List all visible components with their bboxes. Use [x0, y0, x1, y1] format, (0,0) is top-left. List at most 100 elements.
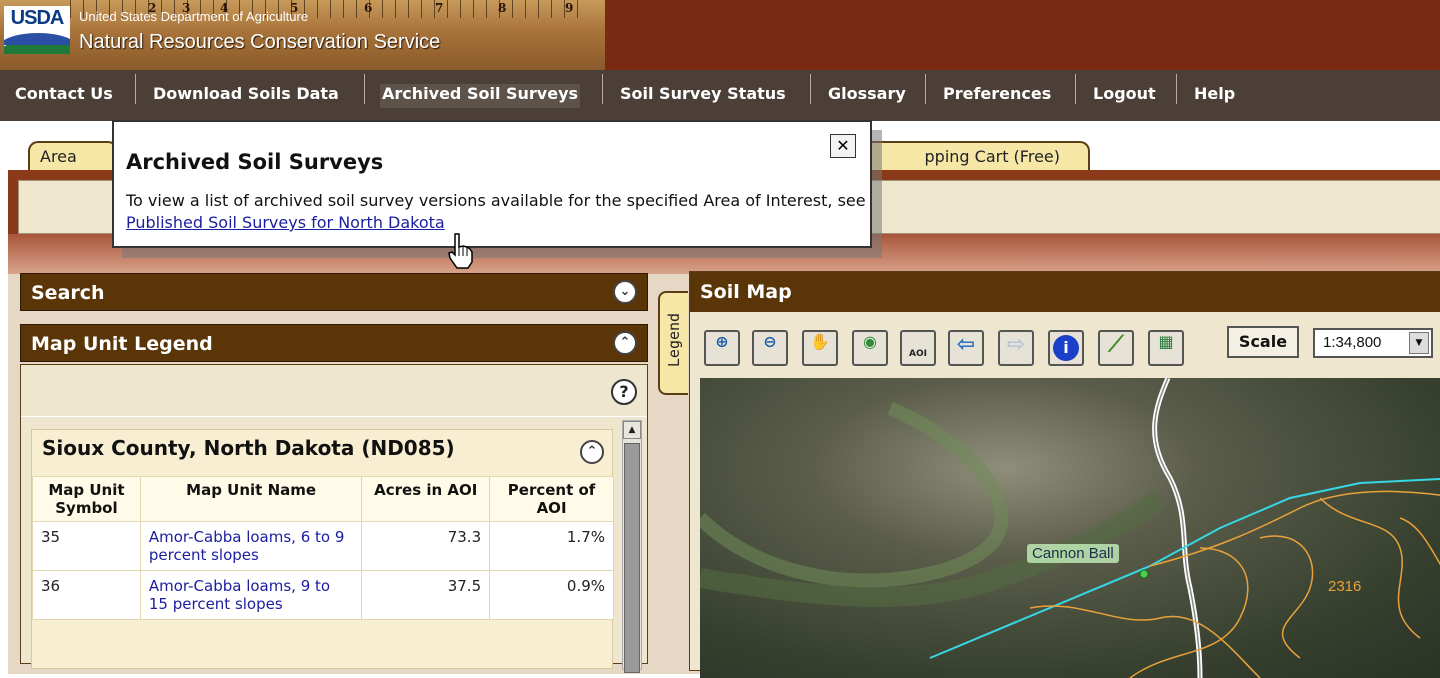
map-unit-number: 2316 [1328, 578, 1362, 595]
usda-logo-text: USDA [4, 6, 70, 31]
col-percent-of-aoi[interactable]: Percent of AOI [489, 476, 614, 522]
road-line [1152, 378, 1203, 678]
scroll-up-arrow-icon[interactable]: ▲ [623, 421, 641, 439]
hand-cursor-icon [448, 233, 473, 269]
back-arrow-icon: ⇦ [956, 332, 976, 357]
table-row: 36 Amor-Cabba loams, 9 to 15 percent slo… [32, 570, 614, 620]
popup-text: To view a list of archived soil survey v… [126, 191, 866, 210]
aoi-tool[interactable]: AOI [900, 330, 936, 366]
pan-hand-icon: ✋ [810, 332, 830, 351]
zoom-in-tool[interactable]: ⊕ [704, 330, 740, 366]
chevron-up-icon[interactable]: ⌃ [613, 331, 637, 355]
soil-map-title: Soil Map [690, 272, 1440, 312]
legend-side-tab[interactable]: Legend [658, 291, 688, 395]
chevron-down-icon[interactable]: ⌄ [613, 280, 637, 304]
identify-info-icon: i [1053, 335, 1079, 361]
zoom-out-tool[interactable]: ⊖ [752, 330, 788, 366]
department-name: United States Department of Agriculture [79, 9, 309, 24]
agency-name: Natural Resources Conservation Service [79, 31, 441, 53]
nav-archived-soil-surveys[interactable]: Archived Soil Surveys [380, 84, 581, 108]
chevron-up-icon[interactable]: ⌃ [580, 440, 604, 464]
scroll-thumb[interactable] [624, 443, 640, 673]
soil-map-panel: Soil Map ⊕ ⊖ ✋ ◉ AOI ⇦ ⇨ i ⟋ ▦ Scale 1:3… [689, 271, 1440, 678]
full-extent-globe-icon: ◉ [863, 332, 877, 351]
measure-ruler-icon: ⟋ [1108, 332, 1124, 357]
archived-surveys-popup: Archived Soil Surveys ✕ To view a list o… [112, 120, 872, 248]
soil-line [1399, 517, 1440, 566]
legend-side-tab-label: Legend [665, 312, 683, 368]
ruler-num: 7 [435, 1, 444, 15]
scale-button[interactable]: Scale [1227, 326, 1299, 358]
measure-tool[interactable]: ⟋ [1098, 330, 1134, 366]
forward-arrow-icon: ⇨ [1006, 332, 1026, 357]
forward-tool[interactable]: ⇨ [998, 330, 1034, 366]
col-map-unit-name[interactable]: Map Unit Name [139, 476, 363, 522]
table-header-row: Map Unit Symbol Map Unit Name Acres in A… [32, 476, 614, 522]
nav-download-soils-data[interactable]: Download Soils Data [151, 84, 341, 108]
full-extent-tool[interactable]: ◉ [852, 330, 888, 366]
legend-scrollbar[interactable]: ▲ [622, 420, 642, 673]
close-icon[interactable]: ✕ [830, 134, 856, 158]
search-panel-header[interactable]: Search ⌄ [20, 273, 648, 311]
soil-line [1319, 497, 1421, 639]
ruler-num: 9 [565, 1, 574, 15]
map-unit-table: Map Unit Symbol Map Unit Name Acres in A… [32, 476, 614, 620]
cell-percent: 0.9% [489, 570, 614, 620]
nav-separator [135, 74, 136, 104]
soil-line [1149, 490, 1440, 567]
nav-separator [364, 74, 365, 104]
map-view[interactable]: Cannon Ball 2316 [700, 378, 1440, 678]
legend-panel-header[interactable]: Map Unit Legend ⌃ [20, 324, 648, 362]
popup-title: Archived Soil Surveys [126, 150, 384, 174]
pan-tool[interactable]: ✋ [802, 330, 838, 366]
nav-glossary[interactable]: Glossary [826, 84, 908, 108]
legend-panel-title: Map Unit Legend [31, 333, 213, 355]
cell-symbol: 36 [32, 570, 141, 620]
cell-symbol: 35 [32, 521, 141, 571]
col-acres-in-aoi[interactable]: Acres in AOI [361, 476, 491, 522]
usda-hills-icon [4, 31, 70, 54]
map-unit-link[interactable]: Amor-Cabba loams, 9 to 15 percent slopes [149, 577, 330, 613]
nav-preferences[interactable]: Preferences [941, 84, 1053, 108]
legend-panel-body: ? Sioux County, North Dakota (ND085) ⌃ M… [20, 364, 648, 669]
river-channel [700, 401, 1009, 588]
aoi-tool-icon: AOI [909, 349, 927, 359]
popup-body: To view a list of archived soil survey v… [126, 190, 866, 234]
soil-line [1029, 605, 1261, 678]
nav-contact-us[interactable]: Contact Us [13, 84, 115, 108]
ruler-num: 6 [364, 1, 373, 15]
nav-logout[interactable]: Logout [1091, 84, 1158, 108]
nav-help[interactable]: Help [1192, 84, 1237, 108]
road-center [1153, 378, 1201, 678]
zoom-out-icon: ⊖ [763, 332, 777, 351]
back-tool[interactable]: ⇦ [948, 330, 984, 366]
table-row: 35 Amor-Cabba loams, 6 to 9 percent slop… [32, 521, 614, 571]
legend-toolbar: ? [21, 365, 647, 417]
cell-name: Amor-Cabba loams, 9 to 15 percent slopes [139, 570, 363, 620]
scale-value: 1:34,800 [1323, 334, 1382, 351]
nav-separator [810, 74, 811, 104]
clear-tool[interactable]: ▦ [1148, 330, 1184, 366]
map-unit-link[interactable]: Amor-Cabba loams, 6 to 9 percent slopes [149, 528, 345, 564]
chevron-down-icon[interactable]: ▼ [1409, 332, 1429, 354]
search-panel-title: Search [31, 282, 105, 304]
cell-percent: 1.7% [489, 521, 614, 571]
ruler-num: 8 [498, 1, 507, 15]
header-banner: 2 3 4 5 6 7 8 9 USDA United States Depar… [0, 0, 1440, 70]
nav-soil-survey-status[interactable]: Soil Survey Status [618, 84, 788, 108]
soil-line [1259, 535, 1314, 659]
identify-tool[interactable]: i [1048, 330, 1084, 366]
col-map-unit-symbol[interactable]: Map Unit Symbol [32, 476, 141, 522]
tab-area-of-interest[interactable]: Area [28, 141, 118, 171]
cell-acres: 37.5 [361, 570, 491, 620]
main-nav: Contact Us Download Soils Data Archived … [0, 70, 1440, 121]
place-marker [1139, 569, 1149, 579]
cell-acres: 73.3 [361, 521, 491, 571]
tab-shopping-cart[interactable]: pping Cart (Free) [840, 141, 1090, 171]
survey-area-title: Sioux County, North Dakota (ND085) [42, 436, 455, 460]
published-surveys-link[interactable]: Published Soil Surveys for North Dakota [126, 213, 445, 232]
scale-select[interactable]: 1:34,800 ▼ [1313, 328, 1433, 358]
help-icon[interactable]: ? [611, 379, 637, 405]
survey-area-block: Sioux County, North Dakota (ND085) ⌃ Map… [31, 429, 614, 669]
usda-logo[interactable]: USDA [4, 6, 70, 54]
